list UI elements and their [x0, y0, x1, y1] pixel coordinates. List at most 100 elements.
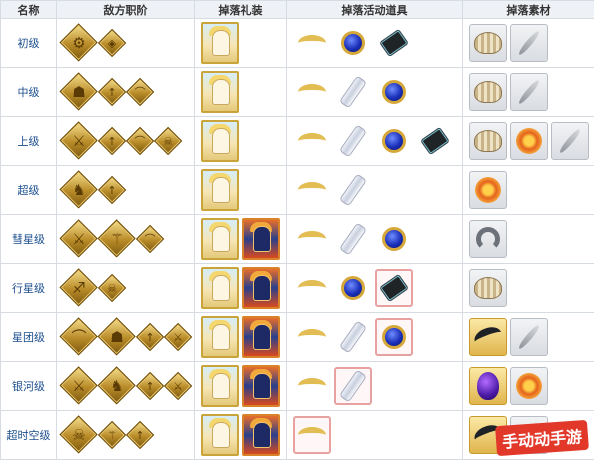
lancer-class-icon: ↑ — [99, 128, 125, 154]
feather-shape — [517, 79, 541, 106]
blue-gem-icon[interactable] — [334, 269, 372, 307]
dark-knight-essence[interactable] — [242, 365, 280, 407]
essence-list — [195, 365, 286, 407]
black-chip-icon[interactable] — [375, 24, 413, 62]
enemy-class-cell: ☗↑⌒ — [57, 68, 195, 117]
essence-cell — [195, 117, 287, 166]
blue-gem-icon[interactable] — [375, 122, 413, 160]
essence-cell — [195, 362, 287, 411]
shell-icon[interactable] — [469, 73, 507, 111]
level-name: 中级 — [1, 68, 57, 117]
golden-horn-icon[interactable] — [293, 367, 331, 405]
table-header-row: 名称 敌方职阶 掉落礼装 掉落活动道具 掉落素材 — [1, 1, 594, 19]
material-cell — [463, 264, 594, 313]
shell-icon[interactable] — [469, 122, 507, 160]
glass-vial-icon[interactable] — [334, 367, 372, 405]
material-list — [463, 24, 594, 62]
class-glyph: ⌒ — [145, 234, 156, 245]
class-glyph: ⚔ — [173, 332, 183, 343]
white-haired-girl-essence[interactable] — [201, 414, 239, 456]
glass-vial-icon[interactable] — [334, 73, 372, 111]
golden-horn-icon[interactable] — [293, 269, 331, 307]
blue-gem-icon[interactable] — [375, 73, 413, 111]
vial-shape — [339, 320, 367, 353]
golden-horn-icon[interactable] — [293, 220, 331, 258]
black-chip-icon[interactable] — [416, 122, 454, 160]
feather-icon[interactable] — [510, 318, 548, 356]
lancer-class-icon: ↑ — [99, 177, 125, 203]
flower-icon[interactable] — [510, 122, 548, 160]
enemy-class-cell: ☠⚚↑ — [57, 411, 195, 460]
essence-list — [195, 267, 286, 309]
glass-vial-icon[interactable] — [334, 122, 372, 160]
golden-horn-icon[interactable] — [293, 73, 331, 111]
chip-shape — [420, 127, 450, 156]
glass-vial-icon[interactable] — [334, 220, 372, 258]
flower-icon[interactable] — [469, 171, 507, 209]
class-glyph: ⌒ — [135, 136, 146, 147]
white-haired-girl-essence[interactable] — [201, 365, 239, 407]
horn-shape — [298, 231, 326, 247]
essence-list — [195, 169, 286, 211]
enemy-class-cell: ♐☠ — [57, 264, 195, 313]
class-glyph: ☠ — [163, 136, 173, 147]
white-haired-girl-essence[interactable] — [201, 316, 239, 358]
header-drop-event-items: 掉落活动道具 — [287, 1, 463, 19]
golden-horn-icon[interactable] — [293, 318, 331, 356]
glass-vial-icon[interactable] — [334, 171, 372, 209]
blue-gem-icon[interactable] — [334, 24, 372, 62]
golden-horn-icon[interactable] — [293, 171, 331, 209]
dark-knight-essence[interactable] — [242, 414, 280, 456]
essence-figure — [212, 226, 230, 252]
white-haired-girl-essence[interactable] — [201, 267, 239, 309]
golden-horn-icon[interactable] — [293, 24, 331, 62]
horseshoe-icon[interactable] — [469, 220, 507, 258]
enemy-class-cell: ⚙◈ — [57, 19, 195, 68]
material-cell — [463, 166, 594, 215]
white-haired-girl-essence[interactable] — [201, 71, 239, 113]
caster-class-icon: ☗ — [99, 319, 135, 355]
material-list — [463, 318, 594, 356]
dark-knight-essence[interactable] — [242, 267, 280, 309]
white-haired-girl-essence[interactable] — [201, 218, 239, 260]
shell-shape — [474, 81, 502, 103]
class-glyph: ⚔ — [72, 379, 85, 394]
event-item-cell — [287, 215, 463, 264]
blue-gem-icon[interactable] — [375, 220, 413, 258]
feather-icon[interactable] — [510, 24, 548, 62]
dark-knight-essence[interactable] — [242, 218, 280, 260]
rider-class-icon: ♞ — [61, 172, 97, 208]
flower-shape — [475, 177, 501, 203]
shell-icon[interactable] — [469, 24, 507, 62]
feather-icon[interactable] — [551, 122, 589, 160]
shell-icon[interactable] — [469, 269, 507, 307]
essence-figure — [212, 324, 230, 350]
purple-egg-icon[interactable] — [469, 367, 507, 405]
egg-shape — [477, 372, 499, 400]
white-haired-girl-essence[interactable] — [201, 120, 239, 162]
header-enemy-class: 敌方职阶 — [57, 1, 195, 19]
class-glyph: ⚔ — [173, 381, 183, 392]
feather-icon[interactable] — [510, 73, 548, 111]
glass-vial-icon[interactable] — [334, 318, 372, 356]
blue-gem-icon[interactable] — [375, 318, 413, 356]
flower-icon[interactable] — [510, 367, 548, 405]
table-row: 中级☗↑⌒ — [1, 68, 594, 117]
black-chip-icon[interactable] — [375, 269, 413, 307]
golden-horn-icon[interactable] — [293, 416, 331, 454]
horn-shape — [298, 133, 326, 149]
white-haired-girl-essence[interactable] — [201, 169, 239, 211]
class-glyph: ♞ — [72, 183, 85, 198]
black-fang-icon[interactable] — [469, 318, 507, 356]
class-glyph: ↑ — [135, 430, 144, 441]
golden-horn-icon[interactable] — [293, 122, 331, 160]
level-name: 彗星级 — [1, 215, 57, 264]
class-glyph: ⚚ — [107, 430, 117, 441]
vial-shape — [339, 369, 367, 402]
white-haired-girl-essence[interactable] — [201, 22, 239, 64]
event-item-cell — [287, 68, 463, 117]
class-glyph: ◈ — [108, 38, 116, 49]
enemy-class-list: ☠⚚↑ — [57, 417, 194, 453]
essence-list — [195, 414, 286, 456]
dark-knight-essence[interactable] — [242, 316, 280, 358]
